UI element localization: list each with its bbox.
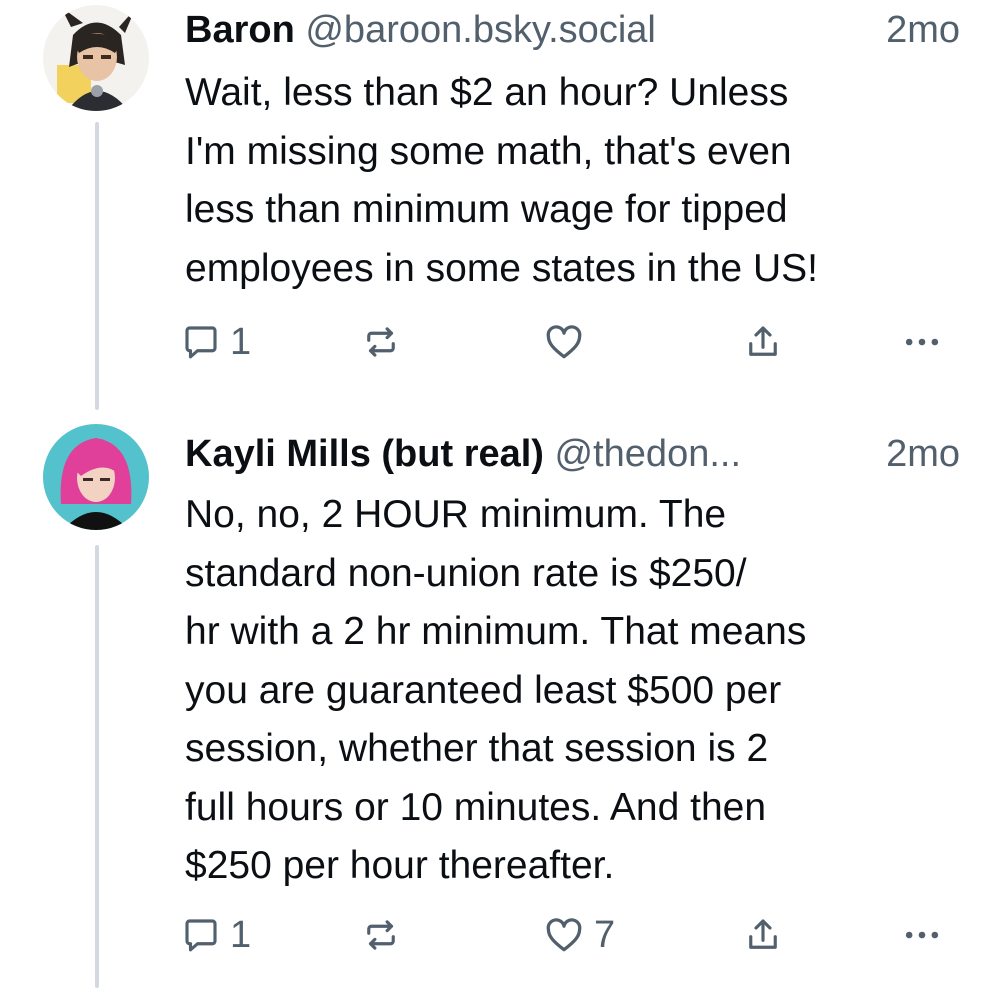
post-text: Wait, less than $2 an hour? Unless I'm m… bbox=[185, 64, 965, 298]
like-button[interactable] bbox=[542, 317, 586, 367]
post-actions: 1 7 bbox=[180, 910, 960, 960]
post-text-line: employees in some states in the US! bbox=[185, 246, 818, 290]
post-header: Baron @baroon.bsky.social 2mo bbox=[185, 0, 960, 60]
ellipsis-icon bbox=[905, 931, 939, 939]
like-count: 7 bbox=[594, 914, 616, 956]
share-icon bbox=[749, 326, 777, 356]
share-button[interactable] bbox=[742, 910, 784, 960]
repost-icon bbox=[367, 920, 395, 950]
post-text-line: No, no, 2 HOUR minimum. The bbox=[185, 493, 727, 536]
avatar[interactable] bbox=[43, 5, 149, 111]
post-baron[interactable]: Baron @baroon.bsky.social 2mo Wait, less… bbox=[0, 0, 1000, 410]
post-text-line: standard non-union rate is $250/ bbox=[185, 551, 747, 595]
post-text-line: Wait, less than $2 an hour? Unless bbox=[185, 71, 789, 114]
share-button[interactable] bbox=[742, 317, 784, 367]
reply-button[interactable]: 1 bbox=[180, 317, 251, 367]
repost-button[interactable] bbox=[360, 317, 402, 367]
heart-icon bbox=[546, 325, 582, 359]
reply-icon bbox=[185, 919, 217, 952]
reply-button[interactable]: 1 bbox=[180, 910, 251, 960]
more-options-button[interactable] bbox=[900, 910, 944, 960]
post-text-line: full hours or 10 minutes. And then bbox=[185, 785, 767, 829]
timestamp[interactable]: 2mo bbox=[886, 0, 960, 60]
repost-icon bbox=[367, 327, 395, 357]
anime-character-avatar-icon bbox=[43, 5, 149, 111]
post-text-line: you are guaranteed least $500 per bbox=[185, 668, 782, 712]
reply-icon bbox=[185, 326, 217, 359]
avatar[interactable] bbox=[43, 424, 149, 530]
post-text-line: session, whether that session is 2 bbox=[185, 727, 769, 770]
ellipsis-icon bbox=[905, 338, 939, 346]
post-text-line: less than minimum wage for tipped bbox=[185, 188, 788, 231]
post-text-line: I'm missing some math, that's even bbox=[185, 129, 792, 173]
heart-icon bbox=[546, 918, 582, 952]
timestamp[interactable]: 2mo bbox=[886, 424, 960, 484]
share-icon bbox=[749, 919, 777, 949]
pink-hair-person-avatar-icon bbox=[43, 424, 149, 530]
author-name[interactable]: Baron bbox=[185, 9, 295, 51]
repost-button[interactable] bbox=[360, 910, 402, 960]
more-options-button[interactable] bbox=[900, 317, 944, 367]
post-kayli[interactable]: Kayli Mills (but real) @thedon... 2mo No… bbox=[0, 410, 1000, 988]
reply-count: 1 bbox=[230, 914, 252, 956]
post-actions: 1 bbox=[180, 317, 960, 367]
like-button[interactable]: 7 bbox=[542, 910, 615, 960]
author-name[interactable]: Kayli Mills (but real) bbox=[185, 433, 544, 475]
post-text-line: $250 per hour thereafter. bbox=[185, 844, 615, 887]
post-text-line: hr with a 2 hr minimum. That means bbox=[185, 610, 807, 653]
post-header: Kayli Mills (but real) @thedon... 2mo bbox=[185, 424, 960, 484]
post-text: No, no, 2 HOUR minimum. The standard non… bbox=[185, 486, 965, 896]
author-handle[interactable]: @thedon... bbox=[555, 433, 741, 475]
author-handle[interactable]: @baroon.bsky.social bbox=[305, 9, 655, 51]
reply-count: 1 bbox=[230, 321, 252, 363]
